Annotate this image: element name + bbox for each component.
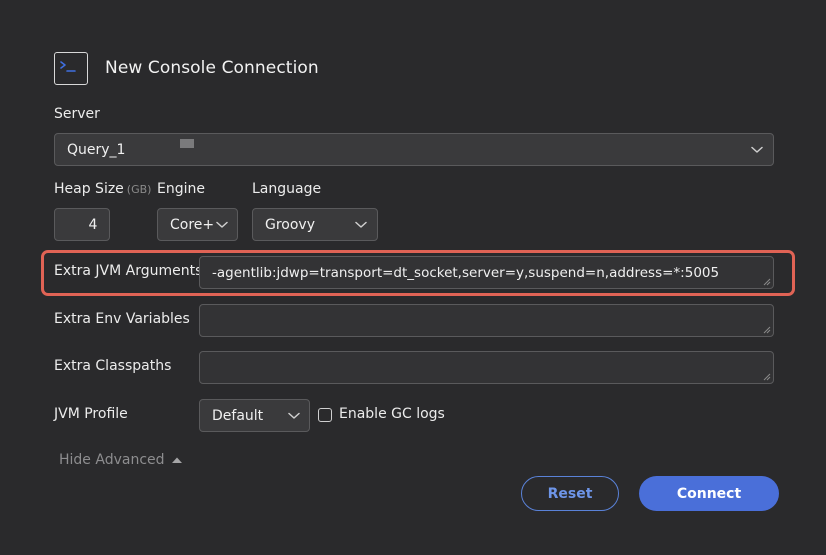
console-connection-dialog: New Console Connection Server Query_1 He… [0,0,826,555]
gc-logs-label[interactable]: Enable GC logs [339,406,445,422]
chevron-down-icon [288,412,300,419]
heap-size-unit: (GB) [126,183,152,196]
reset-button[interactable]: Reset [521,476,619,511]
dialog-title: New Console Connection [105,58,319,78]
extra-env-variables-input[interactable] [199,304,774,337]
chevron-down-icon [216,221,228,228]
jvm-profile-label: JVM Profile [54,406,128,422]
engine-select-value: Core+ [170,216,215,233]
redacted-block [180,139,194,148]
caret-up-icon [171,457,182,463]
resize-handle-icon[interactable] [763,326,771,334]
chevron-down-icon [355,221,367,228]
language-select[interactable]: Groovy [252,208,378,241]
server-select[interactable]: Query_1 [54,133,774,166]
resize-handle-icon[interactable] [763,278,771,286]
heap-size-value: 4 [88,216,98,233]
resize-handle-icon[interactable] [763,373,771,381]
extra-jvm-arguments-value: -agentlib:jdwp=transport=dt_socket,serve… [212,264,720,281]
heap-size-label: Heap Size (GB) [54,181,152,197]
extra-jvm-arguments-label: Extra JVM Arguments [54,263,203,279]
extra-env-variables-label: Extra Env Variables [54,311,190,327]
server-label: Server [54,106,100,122]
extra-jvm-arguments-input[interactable]: -agentlib:jdwp=transport=dt_socket,serve… [199,256,774,289]
engine-select[interactable]: Core+ [157,208,238,241]
gc-logs-checkbox[interactable] [318,408,332,422]
connect-button[interactable]: Connect [639,476,779,511]
terminal-icon [54,52,88,85]
language-select-value: Groovy [265,216,315,233]
jvm-profile-select[interactable]: Default [199,399,310,432]
heap-size-input[interactable]: 4 [54,208,110,241]
jvm-profile-select-value: Default [212,407,264,424]
extra-classpaths-input[interactable] [199,351,774,384]
chevron-down-icon [751,146,763,153]
server-select-value: Query_1 [67,141,126,158]
engine-label: Engine [157,181,205,197]
hide-advanced-toggle[interactable]: Hide Advanced [59,452,183,468]
extra-classpaths-label: Extra Classpaths [54,358,172,374]
hide-advanced-label: Hide Advanced [59,452,165,468]
language-label: Language [252,181,322,197]
